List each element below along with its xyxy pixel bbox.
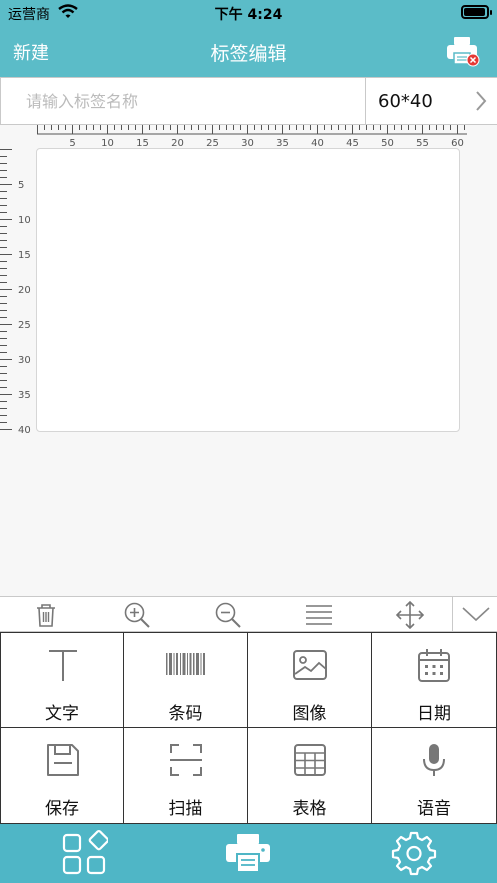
zoom-in-icon[interactable] xyxy=(122,600,152,630)
collapse-panel-button[interactable] xyxy=(452,597,497,631)
tool-barcode[interactable]: 条码 xyxy=(124,632,248,728)
header: 运营商 下午 4:24 新建 标签编辑 xyxy=(0,0,497,77)
tool-grid: 文字 条码 图像 日期 保存 扫描 表格 语音 xyxy=(0,632,497,824)
zoom-out-icon[interactable] xyxy=(213,600,243,630)
ruler-label: 15 xyxy=(18,250,31,261)
tool-label: 扫描 xyxy=(168,799,203,819)
move-icon[interactable] xyxy=(395,600,425,630)
label-settings-row: 60*40 xyxy=(0,77,497,125)
clock: 下午 4:24 xyxy=(214,7,283,23)
settings-icon[interactable] xyxy=(390,830,438,876)
horizontal-ruler: 5 10 15 20 25 30 35 40 45 50 55 60 xyxy=(37,125,467,149)
label-size-select[interactable]: 60*40 xyxy=(366,78,497,124)
tool-label: 保存 xyxy=(45,799,79,819)
print-icon[interactable] xyxy=(224,830,272,876)
trash-icon[interactable] xyxy=(31,600,61,630)
text-icon xyxy=(49,650,77,681)
tool-text[interactable]: 文字 xyxy=(0,632,124,728)
tool-label: 条码 xyxy=(168,704,203,724)
ruler-label: 10 xyxy=(18,215,31,226)
label-canvas[interactable] xyxy=(36,148,460,432)
scan-icon xyxy=(170,744,202,776)
ruler-label: 35 xyxy=(18,390,31,401)
ruler-label: 40 xyxy=(18,425,31,436)
tool-date[interactable]: 日期 xyxy=(372,632,497,728)
save-icon xyxy=(47,744,79,776)
status-bar: 运营商 下午 4:24 xyxy=(0,0,497,26)
label-size-value: 60*40 xyxy=(378,91,433,112)
tool-table[interactable]: 表格 xyxy=(248,728,372,824)
page-title: 标签编辑 xyxy=(210,43,287,65)
battery-icon xyxy=(461,5,492,19)
table-icon xyxy=(294,744,326,776)
tool-label: 文字 xyxy=(45,704,79,724)
tool-label: 表格 xyxy=(292,799,327,819)
tool-scan[interactable]: 扫描 xyxy=(124,728,248,824)
tool-label: 图像 xyxy=(292,704,327,724)
chevron-down-icon xyxy=(462,607,490,622)
edit-toolbar xyxy=(0,596,497,632)
printer-disconnected-icon[interactable] xyxy=(445,35,481,67)
image-icon xyxy=(293,650,327,680)
tool-label: 日期 xyxy=(417,704,451,724)
label-name-input[interactable] xyxy=(0,78,366,124)
calendar-icon xyxy=(418,649,450,682)
tool-image[interactable]: 图像 xyxy=(248,632,372,728)
tool-save[interactable]: 保存 xyxy=(0,728,124,824)
templates-icon[interactable] xyxy=(60,830,108,876)
ruler-label: 20 xyxy=(18,285,31,296)
ruler-label: 30 xyxy=(18,355,31,366)
vertical-ruler: 5 10 15 20 25 30 35 40 xyxy=(0,149,31,436)
tool-voice[interactable]: 语音 xyxy=(372,728,497,824)
tool-label: 语音 xyxy=(417,799,451,819)
chevron-right-icon xyxy=(476,91,487,111)
ruler-label: 5 xyxy=(18,180,24,191)
ruler-label: 25 xyxy=(18,320,31,331)
barcode-icon xyxy=(166,653,205,675)
tab-bar xyxy=(0,824,497,883)
microphone-icon xyxy=(423,744,445,776)
align-icon[interactable] xyxy=(304,600,334,630)
